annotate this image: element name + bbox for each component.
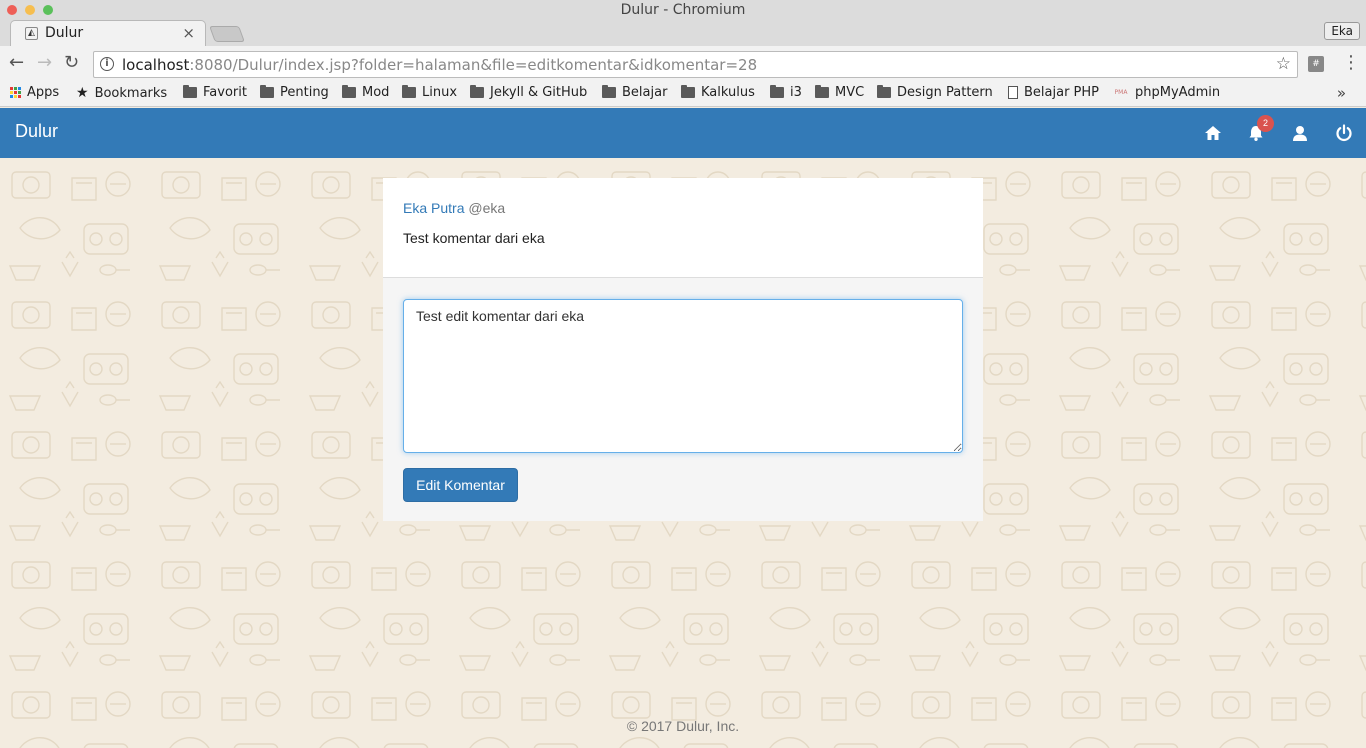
- bookmark-penting[interactable]: Penting: [260, 85, 329, 100]
- bookmark-label: Favorit: [203, 85, 247, 100]
- window-title: Dulur - Chromium: [620, 2, 746, 18]
- extension-icon[interactable]: #: [1308, 56, 1324, 72]
- bookmarks-bar: Apps ★ Bookmarks Favorit Penting Mod Linu…: [0, 82, 1366, 107]
- comment-card: Eka Putra @eka Test komentar dari eka Te…: [383, 178, 983, 521]
- profile-button[interactable]: Eka: [1324, 22, 1360, 40]
- page-footer: © 2017 Dulur, Inc.: [626, 718, 740, 734]
- bookmark-label: Belajar PHP: [1024, 85, 1100, 100]
- folder-icon: [602, 85, 616, 98]
- bookmark-label: Design Pattern: [897, 85, 993, 100]
- document-icon: [1008, 86, 1018, 99]
- reload-icon[interactable]: ↻: [64, 53, 79, 73]
- folder-icon: [877, 85, 891, 98]
- tab-strip: ◭ Dulur × Eka: [0, 20, 1366, 46]
- info-icon[interactable]: i: [100, 57, 114, 71]
- comment-display: Eka Putra @eka Test komentar dari eka: [383, 178, 983, 278]
- edit-comment-button[interactable]: Edit Komentar: [403, 468, 518, 502]
- star-filled-icon: ★: [76, 85, 89, 101]
- notification-badge: 2: [1257, 115, 1274, 132]
- bookmark-label: Mod: [362, 85, 390, 100]
- bookmark-mvc[interactable]: MVC: [815, 85, 864, 100]
- page-content: Eka Putra @eka Test komentar dari eka Te…: [0, 158, 1366, 748]
- bookmark-label: MVC: [835, 85, 865, 100]
- url-path: :8080/Dulur/index.jsp?folder=halaman&fil…: [189, 56, 758, 74]
- apps-grid-icon: [10, 87, 21, 98]
- bookmark-label: Belajar: [622, 85, 668, 100]
- bookmark-kalkulus[interactable]: Kalkulus: [681, 85, 755, 100]
- bookmark-label: phpMyAdmin: [1135, 85, 1221, 100]
- edit-comment-textarea[interactable]: Test edit komentar dari eka: [403, 299, 963, 453]
- folder-icon: [342, 85, 356, 98]
- folder-icon: [183, 85, 197, 98]
- comment-text: Test komentar dari eka: [403, 230, 545, 246]
- bookmark-label: Apps: [27, 85, 60, 100]
- bookmark-phpmyadmin[interactable]: PMA phpMyAdmin: [1113, 85, 1221, 100]
- folder-icon: [815, 85, 829, 98]
- bookmark-label: Linux: [422, 85, 458, 100]
- back-icon[interactable]: ←: [9, 53, 24, 73]
- folder-icon: [470, 85, 484, 98]
- bookmark-belajar-php[interactable]: Belajar PHP: [1008, 85, 1099, 100]
- power-icon[interactable]: [1334, 123, 1354, 143]
- brand-logo[interactable]: Dulur: [15, 121, 58, 142]
- folder-icon: [770, 85, 784, 98]
- bookmark-i3[interactable]: i3: [770, 85, 802, 100]
- more-bookmarks-icon[interactable]: »: [1337, 84, 1346, 102]
- tab-title: Dulur: [45, 25, 84, 41]
- favicon-icon: ◭: [25, 27, 38, 40]
- browser-toolbar: ← → ↻ i localhost:8080/Dulur/index.jsp?f…: [0, 46, 1366, 82]
- bookmark-label: Penting: [280, 85, 329, 100]
- home-icon[interactable]: [1203, 123, 1223, 143]
- star-icon[interactable]: ☆: [1276, 54, 1291, 74]
- comment-author: Eka Putra @eka: [403, 200, 505, 216]
- bookmark-belajar[interactable]: Belajar: [602, 85, 667, 100]
- address-bar[interactable]: i localhost:8080/Dulur/index.jsp?folder=…: [93, 51, 1298, 78]
- folder-icon: [681, 85, 695, 98]
- new-tab-button[interactable]: [209, 26, 245, 42]
- bookmark-favorit[interactable]: Favorit: [183, 85, 247, 100]
- author-name-link[interactable]: Eka Putra: [403, 200, 464, 216]
- bookmark-apps[interactable]: Apps: [10, 85, 59, 100]
- window-titlebar: Dulur - Chromium: [0, 0, 1366, 20]
- user-icon[interactable]: [1290, 123, 1310, 143]
- folder-icon: [402, 85, 416, 98]
- bookmark-bookmarks[interactable]: ★ Bookmarks: [76, 85, 167, 101]
- folder-icon: [260, 85, 274, 98]
- bookmark-label: Bookmarks: [94, 85, 168, 101]
- author-handle: @eka: [468, 200, 506, 216]
- bookmark-jekyll[interactable]: Jekyll & GitHub: [470, 85, 587, 100]
- browser-tab[interactable]: ◭ Dulur ×: [10, 20, 206, 46]
- menu-icon[interactable]: ⋮: [1342, 54, 1360, 72]
- url-host: localhost: [122, 56, 190, 74]
- bookmark-label: Kalkulus: [701, 85, 755, 100]
- bookmark-label: i3: [790, 85, 802, 100]
- app-navbar: Dulur 2: [0, 108, 1366, 158]
- bookmark-mod[interactable]: Mod: [342, 85, 389, 100]
- bookmark-label: Jekyll & GitHub: [490, 85, 588, 100]
- tab-close-icon[interactable]: ×: [182, 24, 195, 42]
- address-url[interactable]: localhost:8080/Dulur/index.jsp?folder=ha…: [122, 56, 757, 74]
- bookmark-linux[interactable]: Linux: [402, 85, 457, 100]
- phpmyadmin-icon: PMA: [1114, 89, 1128, 96]
- forward-icon[interactable]: →: [37, 53, 52, 73]
- bookmark-design-pattern[interactable]: Design Pattern: [877, 85, 993, 100]
